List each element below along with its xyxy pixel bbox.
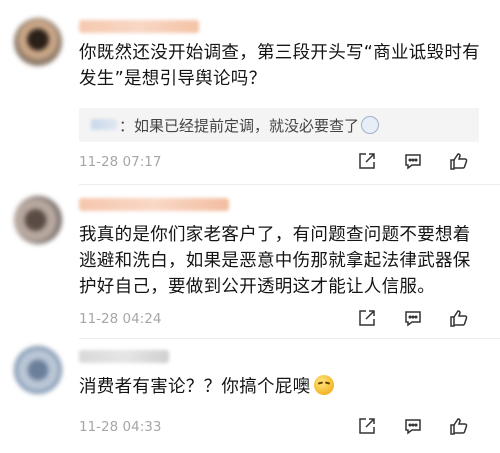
like-button[interactable] (436, 416, 482, 436)
reply-username-blurred[interactable] (91, 119, 117, 130)
share-button[interactable] (344, 416, 390, 436)
share-icon (359, 153, 375, 169)
timestamp: 11-28 04:24 (79, 311, 162, 327)
comment-button[interactable] (390, 151, 436, 171)
avatar[interactable] (14, 18, 62, 66)
timestamp: 11-28 07:17 (79, 154, 162, 170)
grin-emoji-icon (314, 375, 335, 395)
avatar[interactable] (14, 196, 62, 244)
reply-text: ：如果已经提前定调，就没必要查了 (119, 115, 380, 136)
comment-text: 消费者有害论？？你搞个屁噢 (79, 374, 480, 400)
divider (79, 338, 500, 339)
comment-text: 我真的是你们家老客户了，有问题查问题不要想着逃避和洗白，如果是恶意中伤那就拿起法… (79, 225, 471, 297)
reply-emoji-icon (361, 116, 380, 134)
share-button[interactable] (344, 151, 390, 171)
reply-preview[interactable]: ：如果已经提前定调，就没必要查了 (79, 108, 479, 142)
share-button[interactable] (344, 308, 390, 328)
timestamp: 11-28 04:33 (79, 419, 162, 435)
comment-button[interactable] (390, 308, 436, 328)
like-icon (450, 310, 468, 327)
comment-actions (344, 151, 482, 171)
like-icon (450, 153, 468, 170)
divider (79, 184, 500, 185)
comment-icon (405, 419, 421, 435)
comment-icon (405, 154, 421, 170)
comment-icon (405, 311, 421, 327)
username-blurred[interactable] (79, 198, 229, 211)
share-icon (359, 418, 375, 434)
comment-text: 你既然还没开始调查，第三段开头写“商业诋毁时有发生”是想引导舆论吗？ (79, 43, 480, 89)
comment-actions (344, 308, 482, 328)
comment-button[interactable] (390, 416, 436, 436)
username-blurred[interactable] (79, 350, 169, 363)
username-blurred[interactable] (79, 20, 199, 33)
avatar[interactable] (14, 346, 62, 394)
comment-actions (344, 416, 482, 436)
share-icon (359, 310, 375, 326)
like-button[interactable] (436, 151, 482, 171)
like-button[interactable] (436, 308, 482, 328)
like-icon (450, 418, 468, 435)
